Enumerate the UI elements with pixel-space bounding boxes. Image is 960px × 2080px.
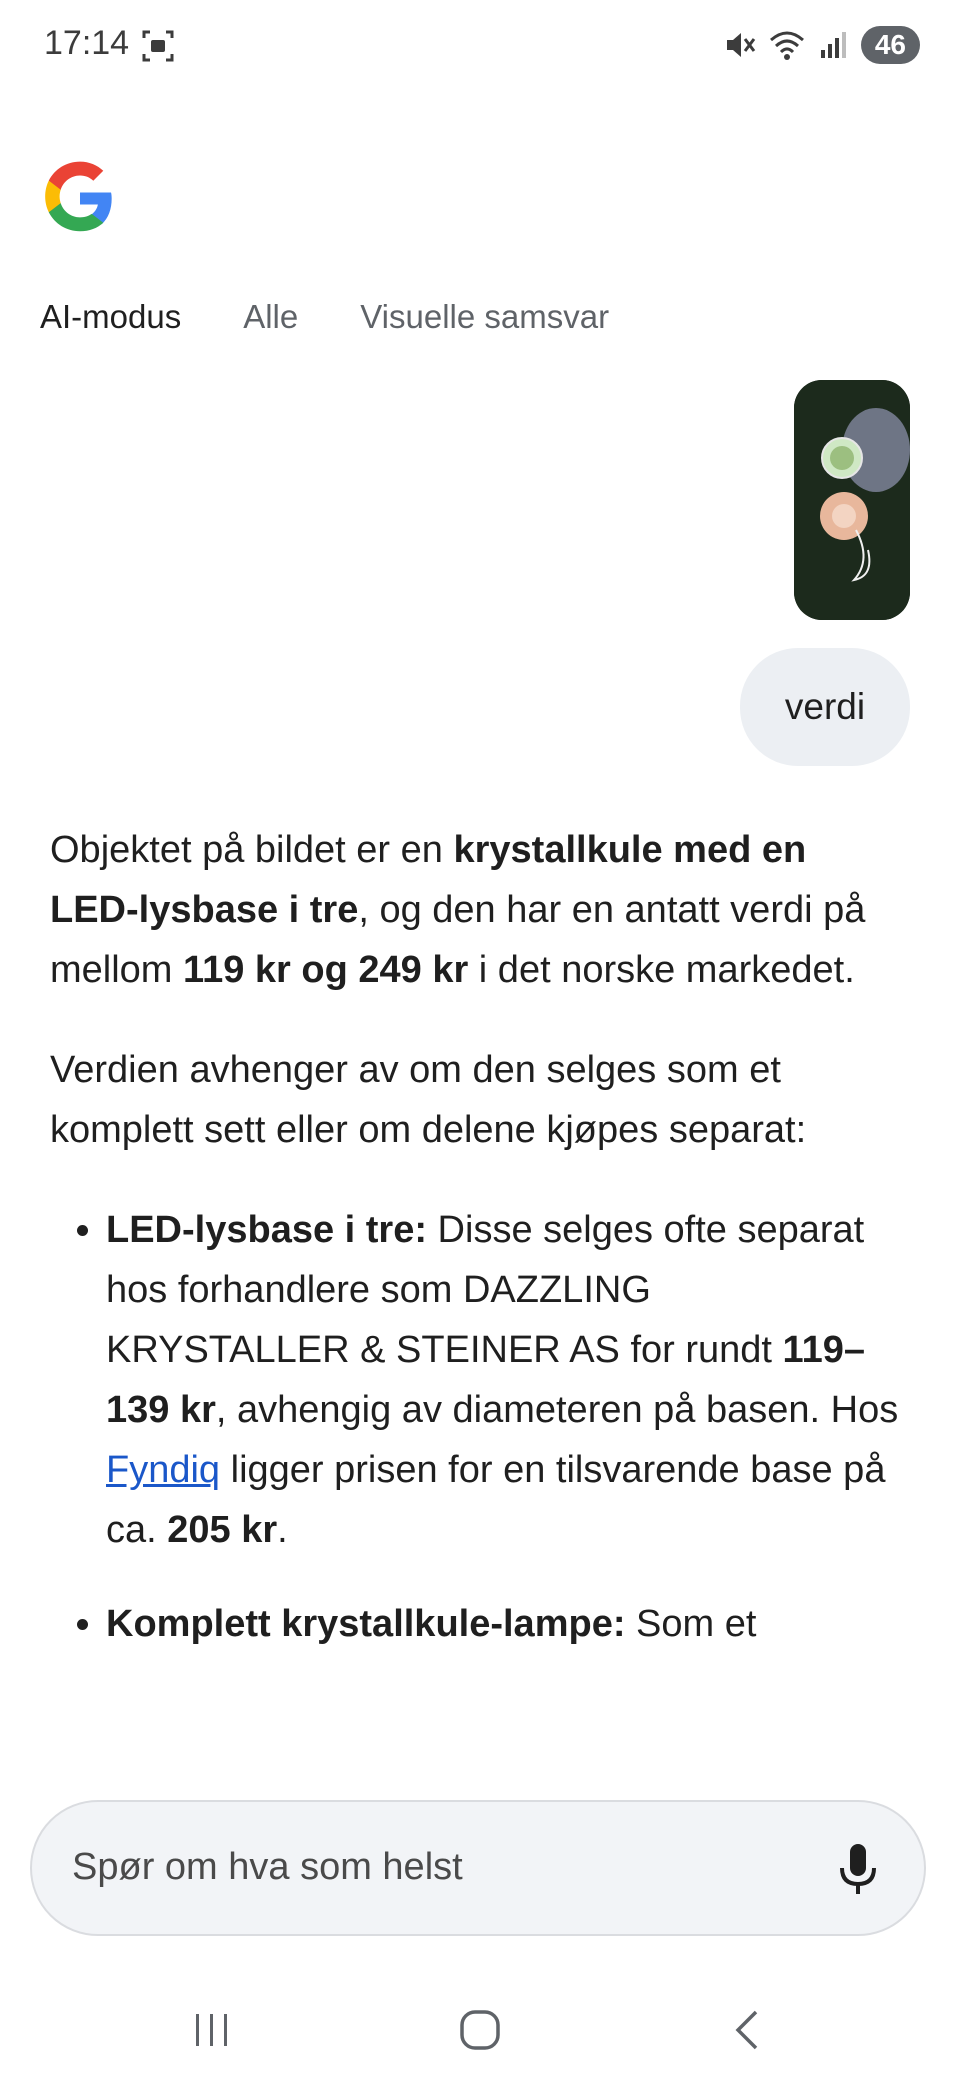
crystal-ball-photo — [794, 380, 910, 620]
google-g-logo — [45, 161, 112, 232]
back-icon — [735, 2010, 758, 2050]
home-button[interactable] — [440, 1990, 520, 2070]
fyndiq-link[interactable]: Fyndiq — [106, 1449, 220, 1491]
recent-apps-icon — [196, 2014, 227, 2046]
list-item: LED-lysbase i tre: Disse selges ofte sep… — [106, 1200, 900, 1560]
answer-paragraph-2: Verdien avhenger av om den selges som et… — [50, 1049, 807, 1151]
home-icon — [460, 2010, 500, 2050]
user-query-text: verdi — [784, 686, 866, 727]
mute-icon — [726, 33, 756, 57]
query-image-thumbnail[interactable] — [794, 380, 910, 620]
tab-all[interactable]: Alle — [243, 298, 298, 336]
recent-apps-button[interactable] — [172, 1990, 252, 2070]
status-icons: 46 — [723, 26, 920, 64]
status-time: 17:14 — [44, 24, 130, 62]
tab-visual-matches[interactable]: Visuelle samsvar — [360, 298, 609, 336]
answer-paragraph-1: Objektet på bildet er en krystallkule me… — [50, 829, 866, 991]
search-mode-tabs: AI-modus Alle Visuelle samsvar — [40, 298, 671, 336]
back-button[interactable] — [708, 1990, 788, 2070]
wifi-icon — [769, 31, 804, 60]
user-query-bubble: verdi — [740, 648, 910, 766]
list-item: Komplett krystallkule-lampe: Som et — [106, 1594, 900, 1654]
tab-ai-mode[interactable]: AI-modus — [40, 298, 181, 336]
answer-list: LED-lysbase i tre: Disse selges ofte sep… — [50, 1200, 900, 1654]
search-input[interactable]: Spør om hva som helst — [30, 1800, 926, 1936]
signal-icon — [820, 32, 846, 58]
search-placeholder: Spør om hva som helst — [72, 1846, 463, 1888]
screen-record-icon — [142, 30, 174, 62]
microphone-icon[interactable] — [836, 1842, 880, 1898]
ai-answer: Objektet på bildet er en krystallkule me… — [50, 820, 900, 1688]
status-bar: 17:14 46 — [0, 0, 960, 90]
system-nav-bar — [0, 1980, 960, 2080]
battery-indicator: 46 — [860, 26, 920, 64]
